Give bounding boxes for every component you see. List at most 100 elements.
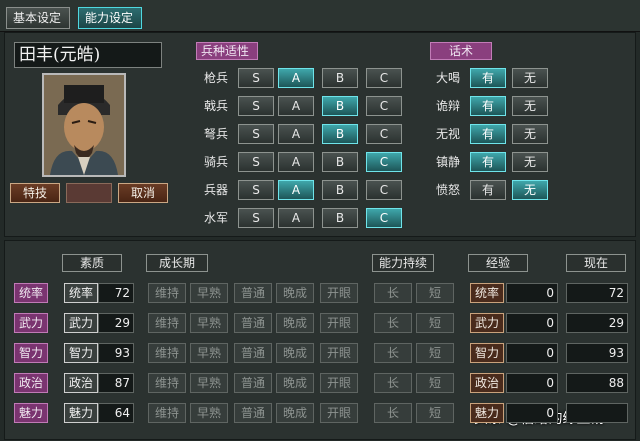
stat-name-button[interactable]: 武力 — [64, 313, 98, 333]
experience-value[interactable]: 0 — [506, 373, 558, 393]
growth-option[interactable]: 晚成 — [276, 403, 314, 423]
growth-option[interactable]: 维持 — [148, 283, 186, 303]
speech-option[interactable]: 有 — [470, 96, 506, 116]
troop-label: 水军 — [203, 211, 228, 225]
troop-option-a[interactable]: A — [278, 180, 314, 200]
special-skill-button[interactable]: 特技 — [10, 183, 60, 203]
cancel-button[interactable]: 取消 — [118, 183, 168, 203]
growth-option[interactable]: 维持 — [148, 403, 186, 423]
growth-option[interactable]: 开眼 — [320, 373, 358, 393]
growth-option[interactable]: 早熟 — [190, 373, 228, 393]
speech-option[interactable]: 有 — [470, 180, 506, 200]
sustain-option[interactable]: 短 — [416, 403, 454, 423]
growth-option[interactable]: 早熟 — [190, 403, 228, 423]
stat-base-value[interactable]: 72 — [98, 283, 134, 303]
speech-option[interactable]: 有 — [470, 68, 506, 88]
growth-option[interactable]: 晚成 — [276, 343, 314, 363]
sustain-option[interactable]: 长 — [374, 343, 412, 363]
stat-category-label[interactable]: 智力 — [14, 343, 48, 363]
speech-option[interactable]: 有 — [470, 124, 506, 144]
growth-option[interactable]: 早熟 — [190, 283, 228, 303]
speech-option[interactable]: 无 — [512, 152, 548, 172]
tab-basic-settings[interactable]: 基本设定 — [6, 7, 70, 29]
growth-option[interactable]: 开眼 — [320, 283, 358, 303]
growth-option[interactable]: 普通 — [234, 313, 272, 333]
special-skill-slot[interactable] — [66, 183, 112, 203]
experience-stat-button[interactable]: 武力 — [470, 313, 504, 333]
stat-name-button[interactable]: 统率 — [64, 283, 98, 303]
troop-option-c[interactable]: C — [366, 152, 402, 172]
experience-value[interactable]: 0 — [506, 313, 558, 333]
experience-stat-button[interactable]: 魅力 — [470, 403, 504, 423]
sustain-option[interactable]: 短 — [416, 313, 454, 333]
troop-option-a[interactable]: A — [278, 68, 314, 88]
sustain-option[interactable]: 短 — [416, 283, 454, 303]
troop-option-c[interactable]: C — [366, 180, 402, 200]
troop-option-b[interactable]: B — [322, 208, 358, 228]
troop-option-b[interactable]: B — [322, 124, 358, 144]
troop-option-a[interactable]: A — [278, 208, 314, 228]
troop-option-s[interactable]: S — [238, 124, 274, 144]
sustain-option[interactable]: 长 — [374, 403, 412, 423]
growth-option[interactable]: 早熟 — [190, 313, 228, 333]
troop-option-s[interactable]: S — [238, 68, 274, 88]
troop-option-a[interactable]: A — [278, 96, 314, 116]
sustain-option[interactable]: 长 — [374, 283, 412, 303]
stat-base-value[interactable]: 93 — [98, 343, 134, 363]
growth-option[interactable]: 开眼 — [320, 403, 358, 423]
troop-option-a[interactable]: A — [278, 152, 314, 172]
experience-value[interactable]: 0 — [506, 343, 558, 363]
growth-option[interactable]: 维持 — [148, 373, 186, 393]
sustain-option[interactable]: 短 — [416, 343, 454, 363]
stat-category-label[interactable]: 统率 — [14, 283, 48, 303]
growth-option[interactable]: 晚成 — [276, 313, 314, 333]
stat-category-label[interactable]: 政治 — [14, 373, 48, 393]
speech-option[interactable]: 无 — [512, 180, 548, 200]
growth-option[interactable]: 普通 — [234, 403, 272, 423]
tab-ability-settings[interactable]: 能力设定 — [78, 7, 142, 29]
growth-option[interactable]: 晚成 — [276, 283, 314, 303]
growth-option[interactable]: 维持 — [148, 313, 186, 333]
experience-stat-button[interactable]: 智力 — [470, 343, 504, 363]
sustain-option[interactable]: 短 — [416, 373, 454, 393]
sustain-option[interactable]: 长 — [374, 313, 412, 333]
troop-option-b[interactable]: B — [322, 68, 358, 88]
growth-option[interactable]: 早熟 — [190, 343, 228, 363]
troop-option-s[interactable]: S — [238, 180, 274, 200]
stat-name-button[interactable]: 政治 — [64, 373, 98, 393]
experience-stat-button[interactable]: 政治 — [470, 373, 504, 393]
troop-option-s[interactable]: S — [238, 96, 274, 116]
sustain-option[interactable]: 长 — [374, 373, 412, 393]
speech-option[interactable]: 无 — [512, 124, 548, 144]
troop-option-b[interactable]: B — [322, 152, 358, 172]
experience-value[interactable]: 0 — [506, 403, 558, 423]
stat-base-value[interactable]: 64 — [98, 403, 134, 423]
troop-option-b[interactable]: B — [322, 180, 358, 200]
growth-option[interactable]: 维持 — [148, 343, 186, 363]
growth-option[interactable]: 开眼 — [320, 313, 358, 333]
stat-base-value[interactable]: 87 — [98, 373, 134, 393]
stat-category-label[interactable]: 魅力 — [14, 403, 48, 423]
experience-value[interactable]: 0 — [506, 283, 558, 303]
stat-name-button[interactable]: 智力 — [64, 343, 98, 363]
troop-option-c[interactable]: C — [366, 124, 402, 144]
growth-option[interactable]: 普通 — [234, 373, 272, 393]
troop-option-b[interactable]: B — [322, 96, 358, 116]
troop-option-c[interactable]: C — [366, 208, 402, 228]
stat-name-button[interactable]: 魅力 — [64, 403, 98, 423]
troop-option-s[interactable]: S — [238, 208, 274, 228]
speech-option[interactable]: 无 — [512, 68, 548, 88]
growth-option[interactable]: 开眼 — [320, 343, 358, 363]
growth-option[interactable]: 晚成 — [276, 373, 314, 393]
stat-base-value[interactable]: 29 — [98, 313, 134, 333]
speech-option[interactable]: 有 — [470, 152, 506, 172]
growth-option[interactable]: 普通 — [234, 343, 272, 363]
growth-option[interactable]: 普通 — [234, 283, 272, 303]
troop-option-s[interactable]: S — [238, 152, 274, 172]
stat-category-label[interactable]: 武力 — [14, 313, 48, 333]
troop-option-c[interactable]: C — [366, 96, 402, 116]
experience-stat-button[interactable]: 统率 — [470, 283, 504, 303]
speech-option[interactable]: 无 — [512, 96, 548, 116]
troop-option-a[interactable]: A — [278, 124, 314, 144]
troop-option-c[interactable]: C — [366, 68, 402, 88]
